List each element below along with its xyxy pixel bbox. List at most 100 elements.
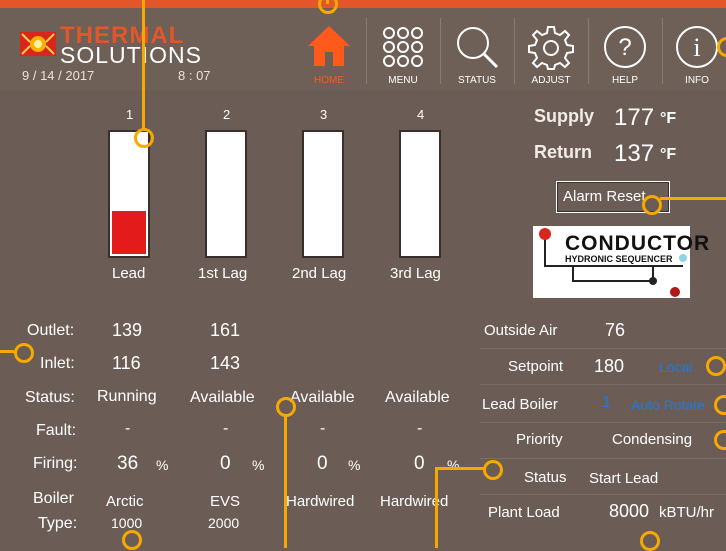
callout-line [142, 0, 145, 128]
boiler-2-type-line1: EVS [210, 493, 241, 510]
boiler-2-firing: 0 [220, 453, 231, 474]
firing-row-label: Firing: [33, 455, 78, 472]
boiler-1-fault: - [125, 420, 131, 437]
callout-marker [642, 195, 662, 215]
row-divider [480, 348, 726, 349]
nav-info-label: INFO [685, 75, 709, 86]
boiler-4-role: 3rd Lag [390, 265, 441, 282]
boiler-1-type-line1: Arctic [106, 493, 144, 510]
boiler-2-inlet: 143 [210, 353, 241, 373]
boiler-1-firing: 36 [117, 453, 139, 474]
plant-load-value: 8000 [609, 501, 650, 521]
plant-status-value: Start Lead [589, 470, 659, 487]
boiler-2-status: Available [190, 389, 255, 406]
return-unit: °F [660, 146, 677, 163]
setpoint-mode-link[interactable]: Local [659, 359, 692, 375]
nav-status-button[interactable]: STATUS [448, 8, 506, 90]
boiler-4-number: 4 [417, 107, 425, 122]
conductor-subtitle: HYDRONIC SEQUENCER [565, 254, 673, 264]
priority-label: Priority [516, 431, 563, 448]
callout-line [284, 414, 287, 548]
lead-boiler-label: Lead Boiler [482, 396, 558, 413]
menu-grid-icon [383, 27, 423, 67]
nav-help-label: HELP [611, 75, 639, 86]
top-accent-stripe [0, 0, 726, 8]
lead-boiler-mode-link[interactable]: Auto Rotate [631, 397, 705, 413]
nav-adjust-button[interactable]: ADJUST [522, 8, 580, 90]
boiler-2-fault: - [223, 420, 229, 437]
inlet-row-label: Inlet: [40, 355, 75, 372]
callout-line [660, 197, 726, 200]
boiler-3-fault: - [320, 420, 326, 437]
alarm-reset-label: Alarm Reset [563, 188, 646, 205]
boiler-1-outlet: 139 [112, 320, 143, 340]
conductor-logo: CONDUCTOR HYDRONIC SEQUENCER [533, 226, 709, 298]
callout-line [435, 467, 438, 548]
callout-marker [714, 430, 726, 450]
nav-menu-label: MENU [388, 75, 418, 86]
nav-divider [514, 18, 515, 84]
nav-menu-button[interactable]: MENU [374, 8, 432, 90]
setpoint-value[interactable]: 180 [594, 356, 624, 377]
row-divider [480, 458, 726, 459]
boiler-2-firing-gauge[interactable] [205, 130, 247, 258]
boiler-1-firing-gauge[interactable] [108, 130, 150, 258]
boiler-1-type-line2: 1000 [111, 515, 143, 531]
conductor-title: CONDUCTOR [565, 232, 711, 255]
boiler-2-role: 1st Lag [198, 265, 248, 282]
priority-value[interactable]: Condensing [612, 431, 692, 448]
callout-marker [14, 343, 34, 363]
nav-divider [662, 18, 663, 84]
nav-help-button[interactable]: ? HELP [596, 8, 654, 90]
boiler-3-status: Available [290, 389, 355, 406]
supply-value: 177 [614, 104, 655, 131]
callout-marker [706, 356, 726, 376]
supply-label: Supply [534, 106, 595, 126]
lead-boiler-value[interactable]: 1 [602, 394, 611, 412]
row-divider [480, 494, 726, 495]
boiler-4-type-line1: Hardwired [380, 493, 449, 510]
boiler-3-firing-gauge[interactable] [302, 130, 344, 258]
outlet-row-label: Outlet: [27, 322, 75, 339]
boiler-4-fault: - [417, 420, 423, 437]
info-icon: i [676, 26, 718, 68]
boiler-1-inlet: 116 [112, 353, 141, 373]
boiler-1-firing-fill [112, 211, 146, 254]
callout-marker [122, 530, 142, 550]
brand-logo: THERMAL SOLUTIONS [20, 22, 220, 68]
boiler-1-number: 1 [126, 107, 134, 122]
boiler-3-firing-unit: % [348, 457, 361, 473]
boiler-4-firing-gauge[interactable] [399, 130, 441, 258]
row-divider [480, 384, 726, 385]
boiler-1-status: Running [97, 388, 157, 405]
date-display: 9 / 14 / 2017 [22, 68, 95, 83]
boiler-type-row-label-line2: Type: [38, 515, 78, 532]
time-display: 8 : 07 [178, 68, 211, 83]
callout-line [0, 350, 14, 353]
svg-text:?: ? [618, 34, 631, 61]
boiler-type-row-label-line1: Boiler [33, 490, 74, 507]
nav-home-button[interactable]: HOME [300, 8, 358, 90]
boiler-2-number: 2 [223, 107, 231, 122]
flame-logo-icon [20, 32, 56, 56]
callout-marker [134, 128, 154, 148]
plant-load-unit: kBTU/hr [659, 504, 715, 521]
gear-icon [528, 26, 574, 70]
outside-air-value: 76 [605, 320, 626, 340]
svg-text:i: i [693, 33, 700, 62]
fault-row-label: Fault: [36, 422, 77, 439]
boiler-3-number: 3 [320, 107, 328, 122]
row-divider [480, 422, 726, 423]
callout-marker [640, 531, 660, 551]
nav-adjust-label: ADJUST [531, 75, 571, 86]
boiler-4-status: Available [385, 389, 450, 406]
help-icon: ? [604, 26, 646, 68]
boiler-2-firing-unit: % [252, 457, 265, 473]
boiler-3-firing: 0 [317, 453, 328, 474]
boiler-4-firing: 0 [414, 453, 425, 474]
boiler-3-role: 2nd Lag [292, 265, 347, 282]
callout-line [435, 467, 485, 470]
home-icon [308, 26, 350, 66]
brand-line2: SOLUTIONS [60, 42, 202, 68]
nav-divider [366, 18, 367, 84]
